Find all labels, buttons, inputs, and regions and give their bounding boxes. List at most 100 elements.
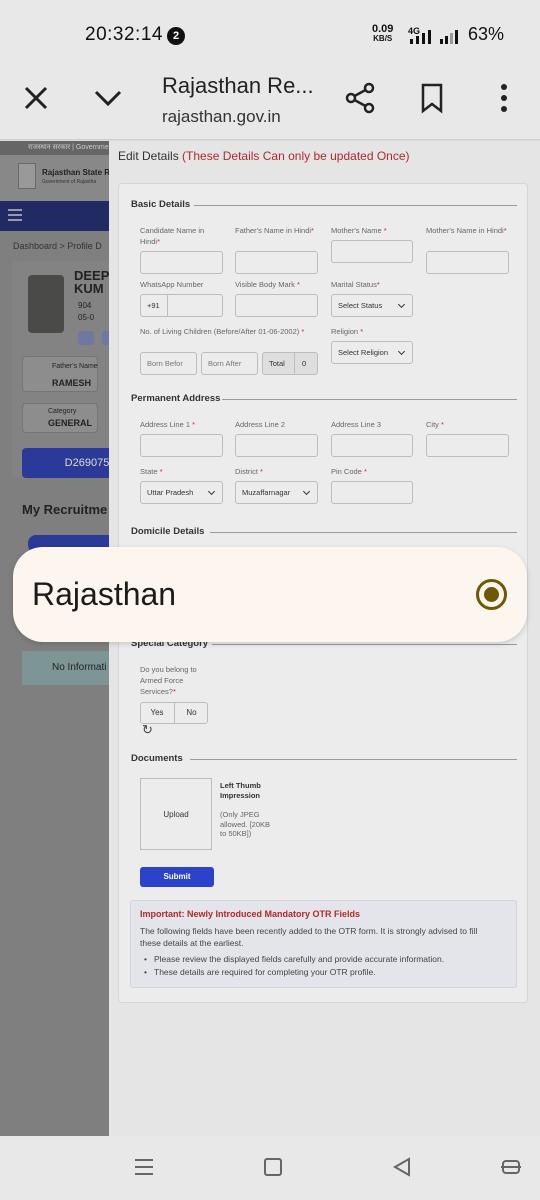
- marital-status-select[interactable]: Select Status: [331, 294, 413, 317]
- pin-code-input[interactable]: [331, 481, 413, 504]
- site-title: Rajasthan State R: [42, 168, 110, 177]
- network-speed-value: 0.09: [372, 23, 394, 35]
- label-whatsapp: WhatsApp Number: [140, 280, 204, 289]
- total-label: Total: [269, 359, 285, 368]
- chevron-down-icon[interactable]: [92, 84, 124, 112]
- section-divider: [212, 644, 517, 645]
- share-icon[interactable]: [344, 82, 376, 114]
- label-district: District *: [235, 467, 263, 476]
- whatsapp-input[interactable]: +91: [140, 294, 223, 317]
- mail-icon[interactable]: [78, 331, 94, 345]
- mother-hindi-input[interactable]: [426, 251, 509, 274]
- label-body-mark: Visible Body Mark *: [235, 280, 300, 289]
- state-select[interactable]: Uttar Pradesh: [140, 481, 223, 504]
- signal-icon: [410, 30, 431, 44]
- profile-phone: 904: [78, 301, 92, 310]
- born-before-input[interactable]: Born Befor: [140, 352, 197, 375]
- bookmark-icon[interactable]: [418, 82, 446, 114]
- site-nav: [0, 201, 110, 231]
- browser-page-title: Rajasthan Re...: [162, 73, 314, 98]
- radio-selected-icon[interactable]: [476, 579, 507, 610]
- panel-heading: Edit Details (These Details Can only be …: [118, 149, 410, 163]
- otr-notice-title: Important: Newly Introduced Mandatory OT…: [140, 909, 361, 919]
- category-label: Category: [48, 408, 77, 415]
- total-value: 0: [302, 359, 307, 368]
- thumb-impression-label: Left Thumb Impression: [220, 781, 261, 800]
- label-marital-status: Marital Status*: [331, 280, 380, 289]
- label-mother-name: Mother's Name *: [331, 226, 387, 235]
- label-armed-forces: Do you belong to Armed Force Services?*: [140, 665, 197, 696]
- city-input[interactable]: [426, 434, 509, 457]
- profile-dob: 05-0: [78, 313, 95, 322]
- section-divider: [190, 759, 517, 760]
- section-documents: Documents: [131, 753, 183, 764]
- otr-notice-bullet: Please review the displayed fields caref…: [144, 954, 444, 964]
- father-name-value: RAMESH: [52, 378, 92, 388]
- section-domicile-details: Domicile Details: [131, 526, 205, 537]
- gov-top-strip: राजस्थान सरकार | Governme: [0, 141, 110, 155]
- home-icon[interactable]: [264, 1158, 282, 1176]
- back-icon[interactable]: [392, 1157, 412, 1177]
- label-city: City *: [426, 420, 444, 429]
- loading-cursor-icon: ↻: [142, 722, 153, 737]
- armed-forces-yes-button[interactable]: Yes: [140, 702, 175, 724]
- name-hindi-input[interactable]: [140, 251, 223, 274]
- address-line3-input[interactable]: [331, 434, 413, 457]
- district-select[interactable]: Muzaffarnagar: [235, 481, 318, 504]
- body-mark-input[interactable]: [235, 294, 318, 317]
- label-name-hindi: Candidate Name in Hindi*: [140, 226, 205, 246]
- more-options-icon[interactable]: [494, 82, 514, 114]
- close-icon[interactable]: [22, 84, 50, 112]
- religion-select[interactable]: Select Religion: [331, 341, 413, 364]
- mother-name-input[interactable]: [331, 240, 413, 263]
- browser-toolbar: Rajasthan Re... rajasthan.gov.in: [0, 70, 540, 140]
- avatar: [28, 275, 64, 333]
- label-address-line3: Address Line 3: [331, 420, 382, 429]
- site-header: Rajasthan State R Government of Rajastha: [0, 155, 110, 201]
- submit-button[interactable]: Submit: [140, 867, 214, 887]
- father-hindi-input[interactable]: [235, 251, 318, 274]
- clock: 20:32:14: [85, 24, 163, 45]
- born-after-input[interactable]: Born After: [201, 352, 258, 375]
- profile-name: DEEP KUM: [74, 268, 110, 296]
- label-address-line1: Address Line 1 *: [140, 420, 196, 429]
- father-name-label: Father's Name: [52, 363, 98, 370]
- switch-app-icon[interactable]: [500, 1157, 522, 1177]
- country-code: +91: [147, 301, 160, 310]
- recruitments-heading: My Recruitme: [22, 502, 108, 517]
- section-basic-details: Basic Details: [131, 199, 191, 210]
- notification-count-badge: 2: [167, 27, 185, 45]
- label-address-line2: Address Line 2: [235, 420, 286, 429]
- thumb-upload-button[interactable]: Upload: [140, 778, 212, 850]
- browser-url[interactable]: rajasthan.gov.in: [162, 107, 281, 127]
- otr-notice-bullet: These details are required for completin…: [144, 967, 376, 977]
- otr-notice-body: The following fields have been recently …: [140, 926, 478, 948]
- section-divider: [194, 205, 517, 206]
- thumb-impression-hint: (Only JPEG allowed. [20KB to 50KB]): [220, 810, 271, 838]
- breadcrumb: Dashboard > Profile D: [13, 241, 102, 251]
- network-speed-unit: KB/S: [373, 34, 393, 43]
- label-living-children: No. of Living Children (Before/After 01-…: [140, 327, 305, 336]
- no-information-message: No Informati: [22, 651, 110, 685]
- label-religion: Religion *: [331, 327, 364, 336]
- state-option-label[interactable]: Rajasthan: [32, 576, 176, 613]
- address-line2-input[interactable]: [235, 434, 318, 457]
- hamburger-menu-icon[interactable]: [8, 209, 22, 221]
- emblem-icon: [18, 163, 36, 189]
- site-subtitle: Government of Rajastha: [42, 179, 97, 185]
- label-father-hindi: Father's Name in Hindi*: [235, 226, 314, 235]
- battery-level: 63%: [468, 24, 505, 44]
- recent-apps-menu-icon[interactable]: [134, 1158, 154, 1176]
- signal-icon-secondary: [440, 30, 458, 44]
- section-divider: [210, 532, 517, 533]
- armed-forces-no-button[interactable]: No: [175, 702, 208, 724]
- total-children-field: Total 0: [262, 352, 318, 375]
- address-line1-input[interactable]: [140, 434, 223, 457]
- panel-title: Edit Details: [118, 149, 179, 163]
- registration-id-button[interactable]: D269075: [22, 448, 110, 478]
- section-divider: [222, 399, 517, 400]
- label-mother-hindi: Mother's Name in Hindi*: [426, 226, 507, 235]
- label-pin-code: Pin Code *: [331, 467, 367, 476]
- network-speed: 0.09 KB/S: [372, 24, 393, 44]
- panel-warning: (These Details Can only be updated Once): [182, 149, 410, 163]
